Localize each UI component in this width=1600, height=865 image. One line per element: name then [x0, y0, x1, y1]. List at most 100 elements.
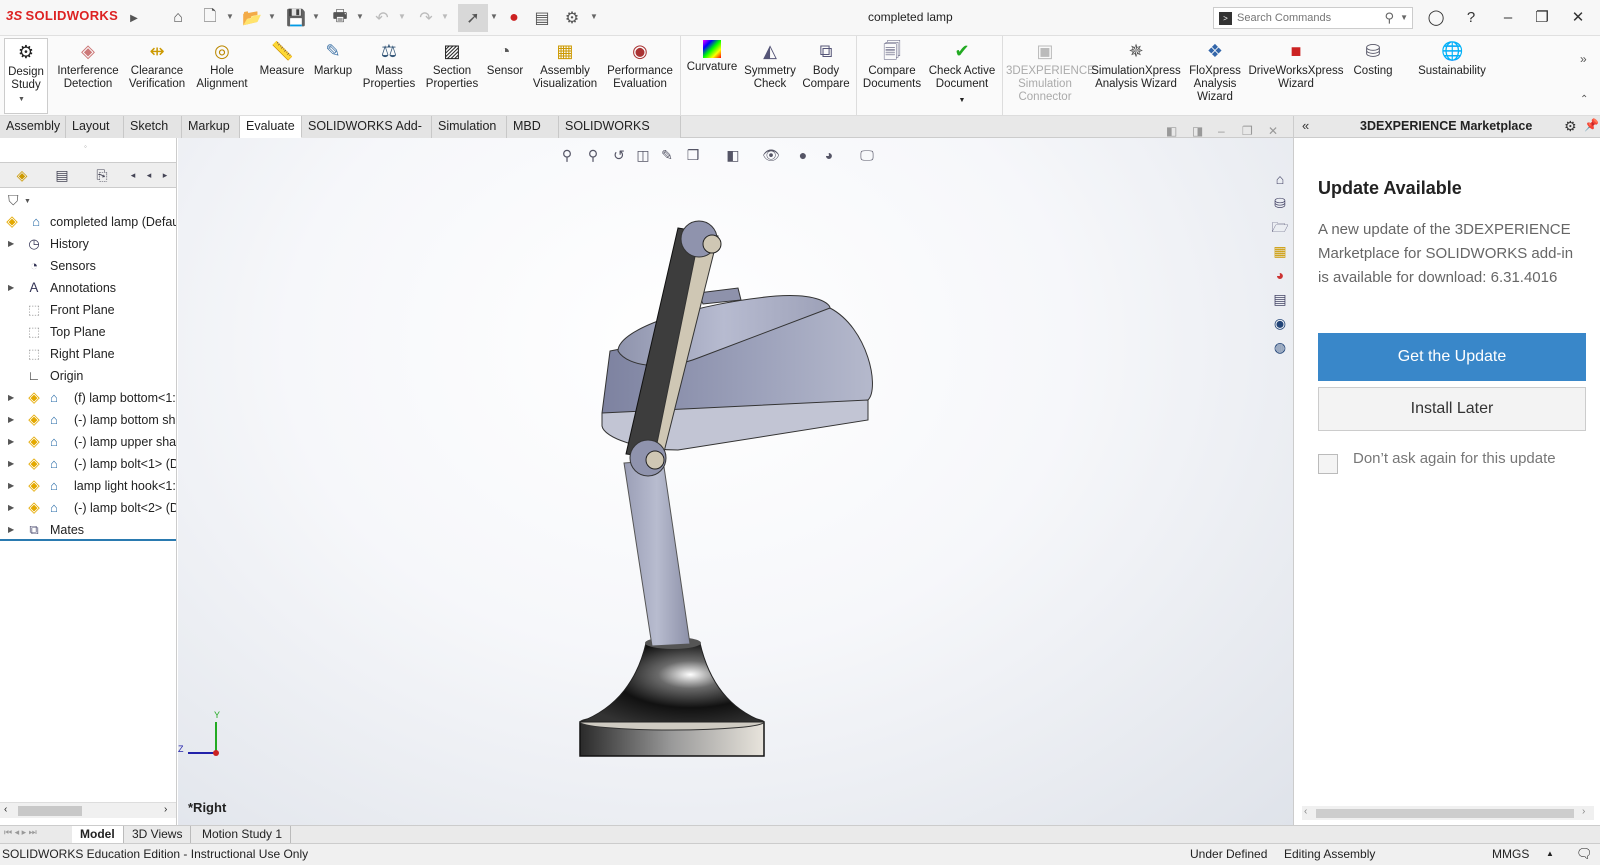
ribbon-curvature[interactable]: Curvature: [684, 38, 740, 114]
tab-model[interactable]: Model: [72, 826, 124, 844]
tab-mbd[interactable]: MBD: [507, 116, 559, 138]
new-document-icon[interactable]: 🗋: [200, 8, 220, 28]
design-study-dropdown-icon[interactable]: ▼: [18, 96, 25, 103]
file-properties-icon[interactable]: ▤: [532, 8, 552, 28]
solidworks-resources-icon[interactable]: ⌂: [1270, 169, 1290, 189]
tree-scroll-left-icon[interactable]: ◂: [126, 165, 140, 185]
ribbon-mass-properties[interactable]: ⚖ Mass Properties: [361, 38, 417, 114]
ribbon-assembly-visualization[interactable]: ▦ Assembly Visualization: [530, 38, 600, 114]
scroll-left-icon[interactable]: ‹: [1304, 806, 1307, 817]
expand-icon[interactable]: ▶: [8, 387, 14, 409]
ribbon-hole-alignment[interactable]: ◎ Hole Alignment: [194, 38, 250, 114]
ribbon-symmetry-check[interactable]: ◭ Symmetry Check: [742, 38, 798, 114]
lamp-model[interactable]: [178, 138, 1293, 825]
ribbon-compare-documents[interactable]: 🗐 Compare Documents: [860, 38, 924, 114]
tree-item-mates[interactable]: ▶ ⧉ Mates: [0, 519, 176, 541]
tree-item-component[interactable]: ▶ ◈ ⌂ (-) lamp bolt<1> (D: [0, 453, 176, 475]
save-icon[interactable]: 💾: [286, 8, 306, 28]
print-dropdown-icon[interactable]: ▼: [356, 12, 364, 21]
tree-item-component[interactable]: ▶ ◈ ⌂ (-) lamp upper shaf: [0, 431, 176, 453]
tree-item-component[interactable]: ▶ ◈ ⌂ (-) lamp bolt<2> (D: [0, 497, 176, 519]
tree-scroll-right-icon[interactable]: ▸: [158, 165, 172, 185]
home-icon[interactable]: ⌂: [168, 8, 188, 28]
tree-item-top-plane[interactable]: ⬚ Top Plane: [0, 321, 176, 343]
expand-icon[interactable]: ▶: [8, 431, 14, 453]
options-dropdown-icon[interactable]: ▼: [590, 12, 598, 21]
solidworks-logo[interactable]: 3S SOLIDWORKS: [6, 8, 118, 23]
scroll-right-icon[interactable]: ›: [164, 804, 167, 815]
tree-item-origin[interactable]: ∟ Origin: [0, 365, 176, 387]
ribbon-floxpress[interactable]: ❖ FloXpress Analysis Wizard: [1186, 38, 1244, 114]
tab-motion-study-1[interactable]: Motion Study 1: [194, 826, 292, 844]
close-icon[interactable]: ✕: [1566, 6, 1590, 28]
panel-grip-icon[interactable]: ◦: [84, 142, 87, 151]
marketplace-horizontal-scrollbar[interactable]: ‹ ›: [1302, 806, 1594, 820]
viewport-tile-left-icon[interactable]: ◧: [1166, 124, 1177, 138]
panel-settings-icon[interactable]: ⚙: [1564, 118, 1577, 135]
collapse-panel-icon[interactable]: «: [1302, 118, 1309, 133]
ribbon-performance-evaluation[interactable]: ◉ Performance Evaluation: [604, 38, 676, 114]
redo-icon[interactable]: ↷: [416, 8, 436, 28]
get-update-button[interactable]: Get the Update: [1318, 333, 1586, 381]
open-dropdown-icon[interactable]: ▼: [268, 12, 276, 21]
tree-item-front-plane[interactable]: ⬚ Front Plane: [0, 299, 176, 321]
ribbon-driveworksxpress[interactable]: ■ DriveWorksXpress Wizard: [1248, 38, 1344, 114]
search-icon[interactable]: ⚲: [1384, 10, 1394, 26]
property-manager-tab-icon[interactable]: ▤: [48, 165, 76, 185]
undo-icon[interactable]: ↶: [372, 8, 392, 28]
undo-dropdown-icon[interactable]: ▼: [398, 12, 406, 21]
customize-status-icon[interactable]: 🗨: [1576, 844, 1593, 864]
ribbon-body-compare[interactable]: ⧉ Body Compare: [800, 38, 852, 114]
expand-icon[interactable]: ▶: [8, 277, 14, 299]
scroll-right-icon[interactable]: ›: [1582, 806, 1585, 817]
ribbon-interference-detection[interactable]: ◈ Interference Detection: [54, 38, 122, 114]
ribbon-design-study[interactable]: ⚙ Design Study: [4, 38, 48, 114]
tree-item-component[interactable]: ▶ ◈ ⌂ (-) lamp bottom sh: [0, 409, 176, 431]
ribbon-simulationxpress[interactable]: ✵ SimulationXpress Analysis Wizard: [1090, 38, 1182, 114]
save-dropdown-icon[interactable]: ▼: [312, 12, 320, 21]
unit-system-selector[interactable]: MMGS: [1492, 844, 1529, 864]
new-dropdown-icon[interactable]: ▼: [226, 12, 234, 21]
appearances-icon[interactable]: ◕: [1270, 265, 1290, 285]
account-icon[interactable]: ◯: [1424, 6, 1448, 28]
expand-icon[interactable]: ▶: [8, 519, 14, 539]
ribbon-3dx-simulation-connector[interactable]: ▣ 3DEXPERIENCE Simulation Connector: [1006, 38, 1095, 114]
ribbon-markup[interactable]: ✎ Markup: [310, 38, 356, 114]
feature-manager-tab-icon[interactable]: ◈: [8, 165, 36, 185]
ribbon-clearance-verification[interactable]: ⇹ Clearance Verification: [125, 38, 189, 114]
expand-icon[interactable]: ▶: [8, 453, 14, 475]
restore-icon[interactable]: ❐: [1530, 6, 1554, 28]
tree-item-right-plane[interactable]: ⬚ Right Plane: [0, 343, 176, 365]
search-dropdown-icon[interactable]: ▼: [1400, 13, 1408, 22]
select-dropdown-icon[interactable]: ▼: [490, 12, 498, 21]
tree-root[interactable]: ◈ ⌂ completed lamp (Defau: [0, 211, 176, 233]
file-explorer-icon[interactable]: 🗁: [1270, 217, 1290, 237]
filter-icon[interactable]: ⛉: [8, 192, 19, 209]
tab-sketch[interactable]: Sketch: [124, 116, 182, 138]
scroll-left-icon[interactable]: ‹: [4, 804, 7, 815]
design-library-icon[interactable]: ⛁: [1270, 193, 1290, 213]
unit-dropdown-icon[interactable]: ▲: [1546, 844, 1554, 864]
pin-icon[interactable]: 📌: [1584, 118, 1599, 132]
install-later-button[interactable]: Install Later: [1318, 387, 1586, 431]
expand-icon[interactable]: ▶: [8, 409, 14, 431]
search-commands-box[interactable]: > ⚲ ▼: [1213, 7, 1413, 29]
minimize-icon[interactable]: –: [1496, 6, 1520, 28]
expand-icon[interactable]: ▶: [8, 497, 14, 519]
ribbon-check-active-document[interactable]: ✔ Check Active Document ▼: [926, 38, 998, 114]
tab-assembly[interactable]: Assembly: [0, 116, 66, 138]
viewport-minimize-icon[interactable]: –: [1218, 124, 1225, 138]
print-icon[interactable]: 🖶: [330, 8, 350, 28]
expand-icon[interactable]: ▶: [8, 233, 14, 255]
ribbon-costing[interactable]: ⛁ Costing: [1348, 38, 1398, 114]
tree-item-component[interactable]: ▶ ◈ ⌂ lamp light hook<1:: [0, 475, 176, 497]
tree-item-annotations[interactable]: ▶ Ａ Annotations: [0, 277, 176, 299]
tab-evaluate[interactable]: Evaluate: [240, 116, 302, 138]
tab-layout[interactable]: Layout: [66, 116, 124, 138]
solidworks-forum-icon[interactable]: ◍: [1270, 337, 1290, 357]
viewport-restore-icon[interactable]: ❐: [1242, 124, 1253, 138]
redo-dropdown-icon[interactable]: ▼: [441, 12, 449, 21]
tab-first-icon[interactable]: ⏮ ◂ ▸ ⏭: [4, 827, 37, 838]
tab-3d-views[interactable]: 3D Views: [124, 826, 192, 844]
tree-scroll-left2-icon[interactable]: ◂: [142, 165, 156, 185]
